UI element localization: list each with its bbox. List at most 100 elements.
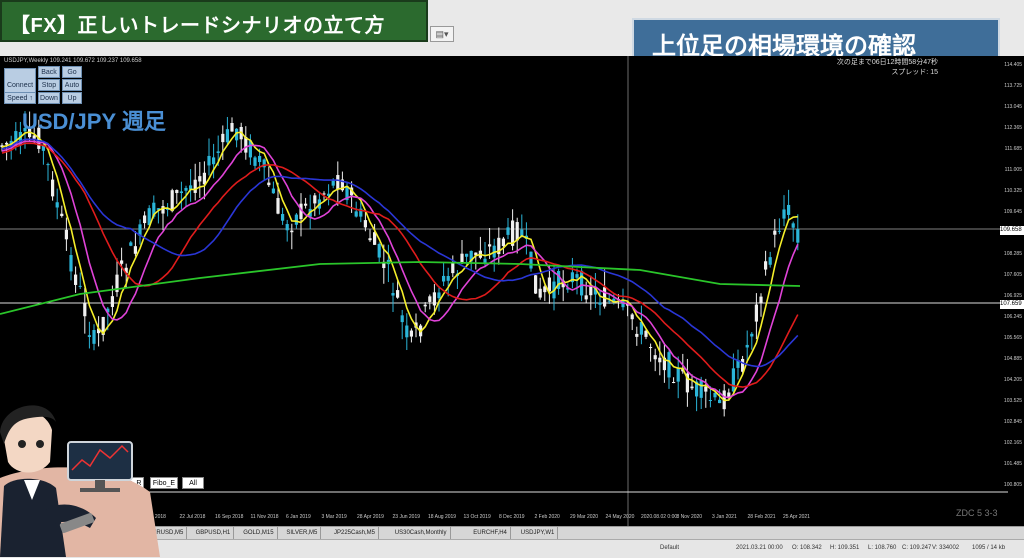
date-tick: 18 Aug 2019 [428, 514, 457, 520]
chart-tab[interactable]: USDJPY,W1 [518, 527, 559, 539]
price-tick: 113.725 [1004, 83, 1022, 89]
stop-button[interactable]: Stop [38, 79, 60, 91]
candle-body [198, 176, 202, 182]
candle-body [750, 333, 754, 337]
candle-body [635, 333, 639, 337]
price-tick: 114.405 [1004, 62, 1022, 68]
candle-body [225, 129, 229, 143]
candle-body [64, 229, 68, 240]
down-button[interactable]: Down [38, 92, 60, 104]
candle-body [179, 191, 183, 194]
date-tick: 16 Sep 2018 [215, 514, 244, 520]
status-traffic: 1095 / 14 kb [972, 545, 1006, 551]
date-tick: 28 Feb 2021 [747, 514, 776, 520]
price-tick: 106.245 [1003, 314, 1022, 320]
candle-body [69, 255, 73, 272]
candle-body [281, 213, 285, 221]
candle-body [92, 330, 96, 344]
candle-body [409, 330, 413, 337]
candle-body [129, 242, 133, 246]
chart-tab[interactable]: EURCHF,H4 [470, 527, 511, 539]
candle-body [55, 202, 59, 208]
video-title-banner: 【FX】正しいトレードシナリオの立て方 [0, 0, 428, 42]
chart-window-icon[interactable]: ▤▾ [430, 26, 454, 42]
chart-tab[interactable]: GBPUSD,H1 [193, 527, 235, 539]
video-title: 【FX】正しいトレードシナリオの立て方 [10, 15, 386, 37]
candle-body [391, 293, 395, 296]
candle-body [782, 209, 786, 219]
candle-body [74, 274, 78, 285]
candle-body [336, 175, 340, 190]
candle-body [368, 238, 372, 241]
candle-body [699, 380, 703, 398]
date-tick: 25 Apr 2021 [783, 514, 810, 520]
candle-body [437, 292, 441, 299]
candle-body [78, 285, 82, 287]
date-tick: 3 Jan 2021 [712, 514, 737, 520]
date-tick: 2 Feb 2020 [534, 514, 560, 520]
price-tick: 111.005 [1004, 167, 1022, 173]
candle-body [538, 288, 542, 298]
candle-body [630, 314, 634, 320]
candle-body [520, 229, 524, 236]
candle-body [768, 257, 772, 265]
candle-body [428, 296, 432, 302]
price-tick: 110.325 [1004, 188, 1022, 194]
chart-tab[interactable]: GOLD,M15 [240, 527, 278, 539]
candle-body [460, 253, 464, 263]
candle-body [354, 211, 358, 217]
up-button[interactable]: Up [62, 92, 82, 104]
chart-tab[interactable]: SILVER,M5 [283, 527, 322, 539]
candle-body [506, 227, 510, 235]
price-tick: 113.045 [1004, 104, 1022, 110]
candle-body [87, 335, 91, 337]
candle-body [290, 230, 294, 233]
status-close: C: 109.247 [902, 545, 932, 551]
candle-body [294, 214, 298, 225]
candle-body [718, 399, 722, 404]
candle-body [575, 274, 579, 278]
monitor-icon [67, 441, 133, 481]
date-tick: 2020.08.02 0:00 [641, 514, 678, 520]
candle-body [515, 222, 519, 241]
candle-body [446, 276, 450, 281]
character-eye-left [18, 440, 26, 448]
candle-body [230, 123, 234, 132]
candle-body [120, 260, 124, 264]
back-button[interactable]: Back [38, 66, 60, 78]
price-tick: 103.525 [1003, 398, 1022, 404]
price-tick: 104.885 [1003, 356, 1022, 362]
candle-body [143, 215, 147, 224]
candle-body [423, 304, 427, 307]
candle-body [465, 253, 469, 257]
go-button[interactable]: Go [62, 66, 82, 78]
candle-body [451, 262, 455, 274]
date-tick: 24 May 2020 [605, 514, 635, 520]
price-tick: 112.365 [1004, 125, 1022, 131]
candle-body [212, 157, 216, 165]
all-button[interactable]: All [182, 477, 204, 489]
candle-body [396, 290, 400, 298]
candle-body [170, 190, 174, 212]
candle-body [501, 238, 505, 246]
candle-body [658, 357, 662, 363]
date-tick: 13 Oct 2019 [463, 514, 491, 520]
date-tick: 22 Jul 2018 [179, 514, 206, 520]
chart-tab[interactable]: JP225Cash,M5 [331, 527, 380, 539]
candle-body [276, 198, 280, 214]
price-tick: 108.285 [1003, 251, 1022, 257]
status-low: L: 108.760 [868, 545, 897, 551]
speed-button[interactable]: Speed ↑ [4, 92, 36, 104]
spread-info: スプレッド: 15 [891, 69, 938, 76]
candle-body [676, 368, 680, 382]
chart-header: USDJPY,Weekly 109.241 109.672 109.237 10… [4, 58, 142, 64]
candle-body [216, 151, 220, 153]
chart-tab[interactable]: US30Cash,Monthly [392, 527, 451, 539]
candle-body [796, 229, 800, 243]
candle-body [731, 368, 735, 392]
candle-body [791, 223, 795, 228]
candle-body [787, 204, 791, 215]
auto-button[interactable]: Auto [62, 79, 82, 91]
candle-body [207, 155, 211, 166]
candle-body [258, 155, 262, 163]
